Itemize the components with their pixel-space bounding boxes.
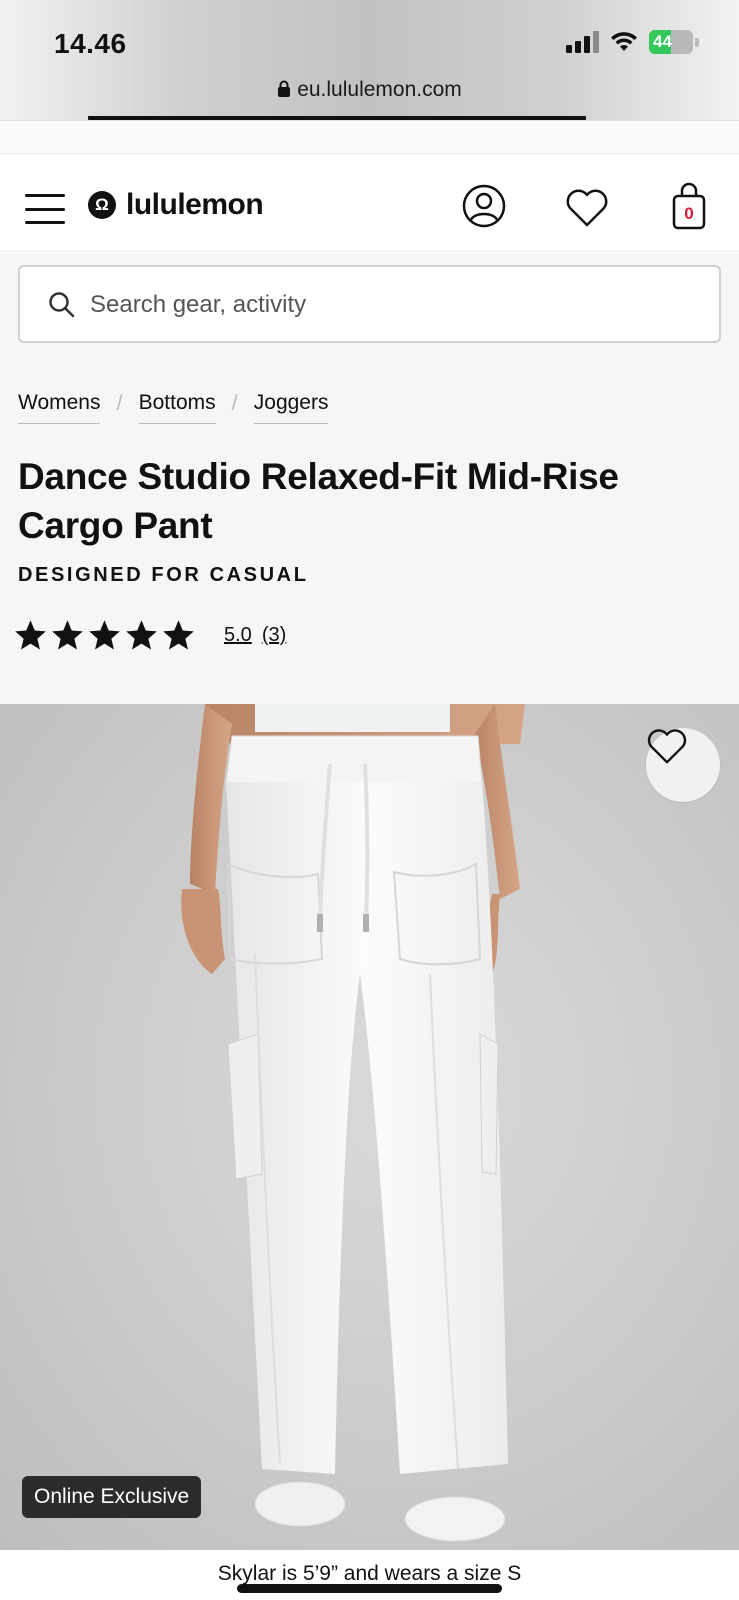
wifi-icon xyxy=(611,32,637,51)
product-photo-illustration xyxy=(181,704,525,1542)
breadcrumb-bottoms[interactable]: Bottoms xyxy=(138,391,216,424)
site-header: Ω lululemon 0 xyxy=(0,154,739,250)
star-icon xyxy=(163,620,194,650)
product-image[interactable]: Online Exclusive xyxy=(0,704,739,1550)
url-text: eu.lululemon.com xyxy=(297,78,462,101)
shopping-bag-button[interactable]: 0 xyxy=(672,182,706,230)
add-to-wishlist-button[interactable] xyxy=(646,728,720,802)
star-icon xyxy=(52,620,83,650)
breadcrumb: Womens / Bottoms / Joggers xyxy=(18,390,329,424)
breadcrumb-separator: / xyxy=(231,390,238,415)
search-input[interactable] xyxy=(90,287,690,323)
review-count-link[interactable]: (3) xyxy=(262,624,286,647)
designed-for-label: DESIGNED FOR CASUAL xyxy=(18,564,309,586)
address-bar[interactable]: eu.lululemon.com xyxy=(0,78,739,102)
account-icon[interactable] xyxy=(462,184,506,228)
menu-icon[interactable] xyxy=(25,194,65,224)
product-title: Dance Studio Relaxed-Fit Mid-Rise Cargo … xyxy=(18,456,619,546)
product-rating[interactable]: 5.0 (3) xyxy=(13,618,286,653)
promo-strip xyxy=(0,120,739,154)
home-indicator[interactable] xyxy=(237,1584,502,1593)
star-icon xyxy=(126,620,157,650)
status-time: 14.46 xyxy=(54,28,127,59)
cellular-signal-icon xyxy=(566,31,599,53)
cart-count: 0 xyxy=(684,204,694,223)
brand-logo[interactable]: Ω lululemon xyxy=(88,188,264,222)
breadcrumb-womens[interactable]: Womens xyxy=(18,391,101,424)
rating-stars xyxy=(13,618,196,653)
star-icon xyxy=(89,620,120,650)
online-exclusive-badge: Online Exclusive xyxy=(22,1476,202,1518)
lock-icon xyxy=(278,80,291,97)
search-bar[interactable] xyxy=(18,265,721,343)
brand-name: lululemon xyxy=(126,188,264,221)
lululemon-logo-icon: Ω xyxy=(88,191,116,219)
battery-level: 44 xyxy=(653,32,672,51)
status-bar: 14.46 44 eu.lululemon.com xyxy=(0,0,739,120)
status-icons: 44 xyxy=(566,30,699,54)
heart-icon xyxy=(647,729,687,764)
search-icon xyxy=(49,292,75,318)
rating-value[interactable]: 5.0 xyxy=(224,624,252,647)
breadcrumb-joggers[interactable]: Joggers xyxy=(253,391,329,424)
battery-icon: 44 xyxy=(649,30,693,54)
wishlist-heart-icon[interactable] xyxy=(565,188,609,228)
breadcrumb-separator: / xyxy=(116,390,123,415)
star-icon xyxy=(15,620,46,650)
